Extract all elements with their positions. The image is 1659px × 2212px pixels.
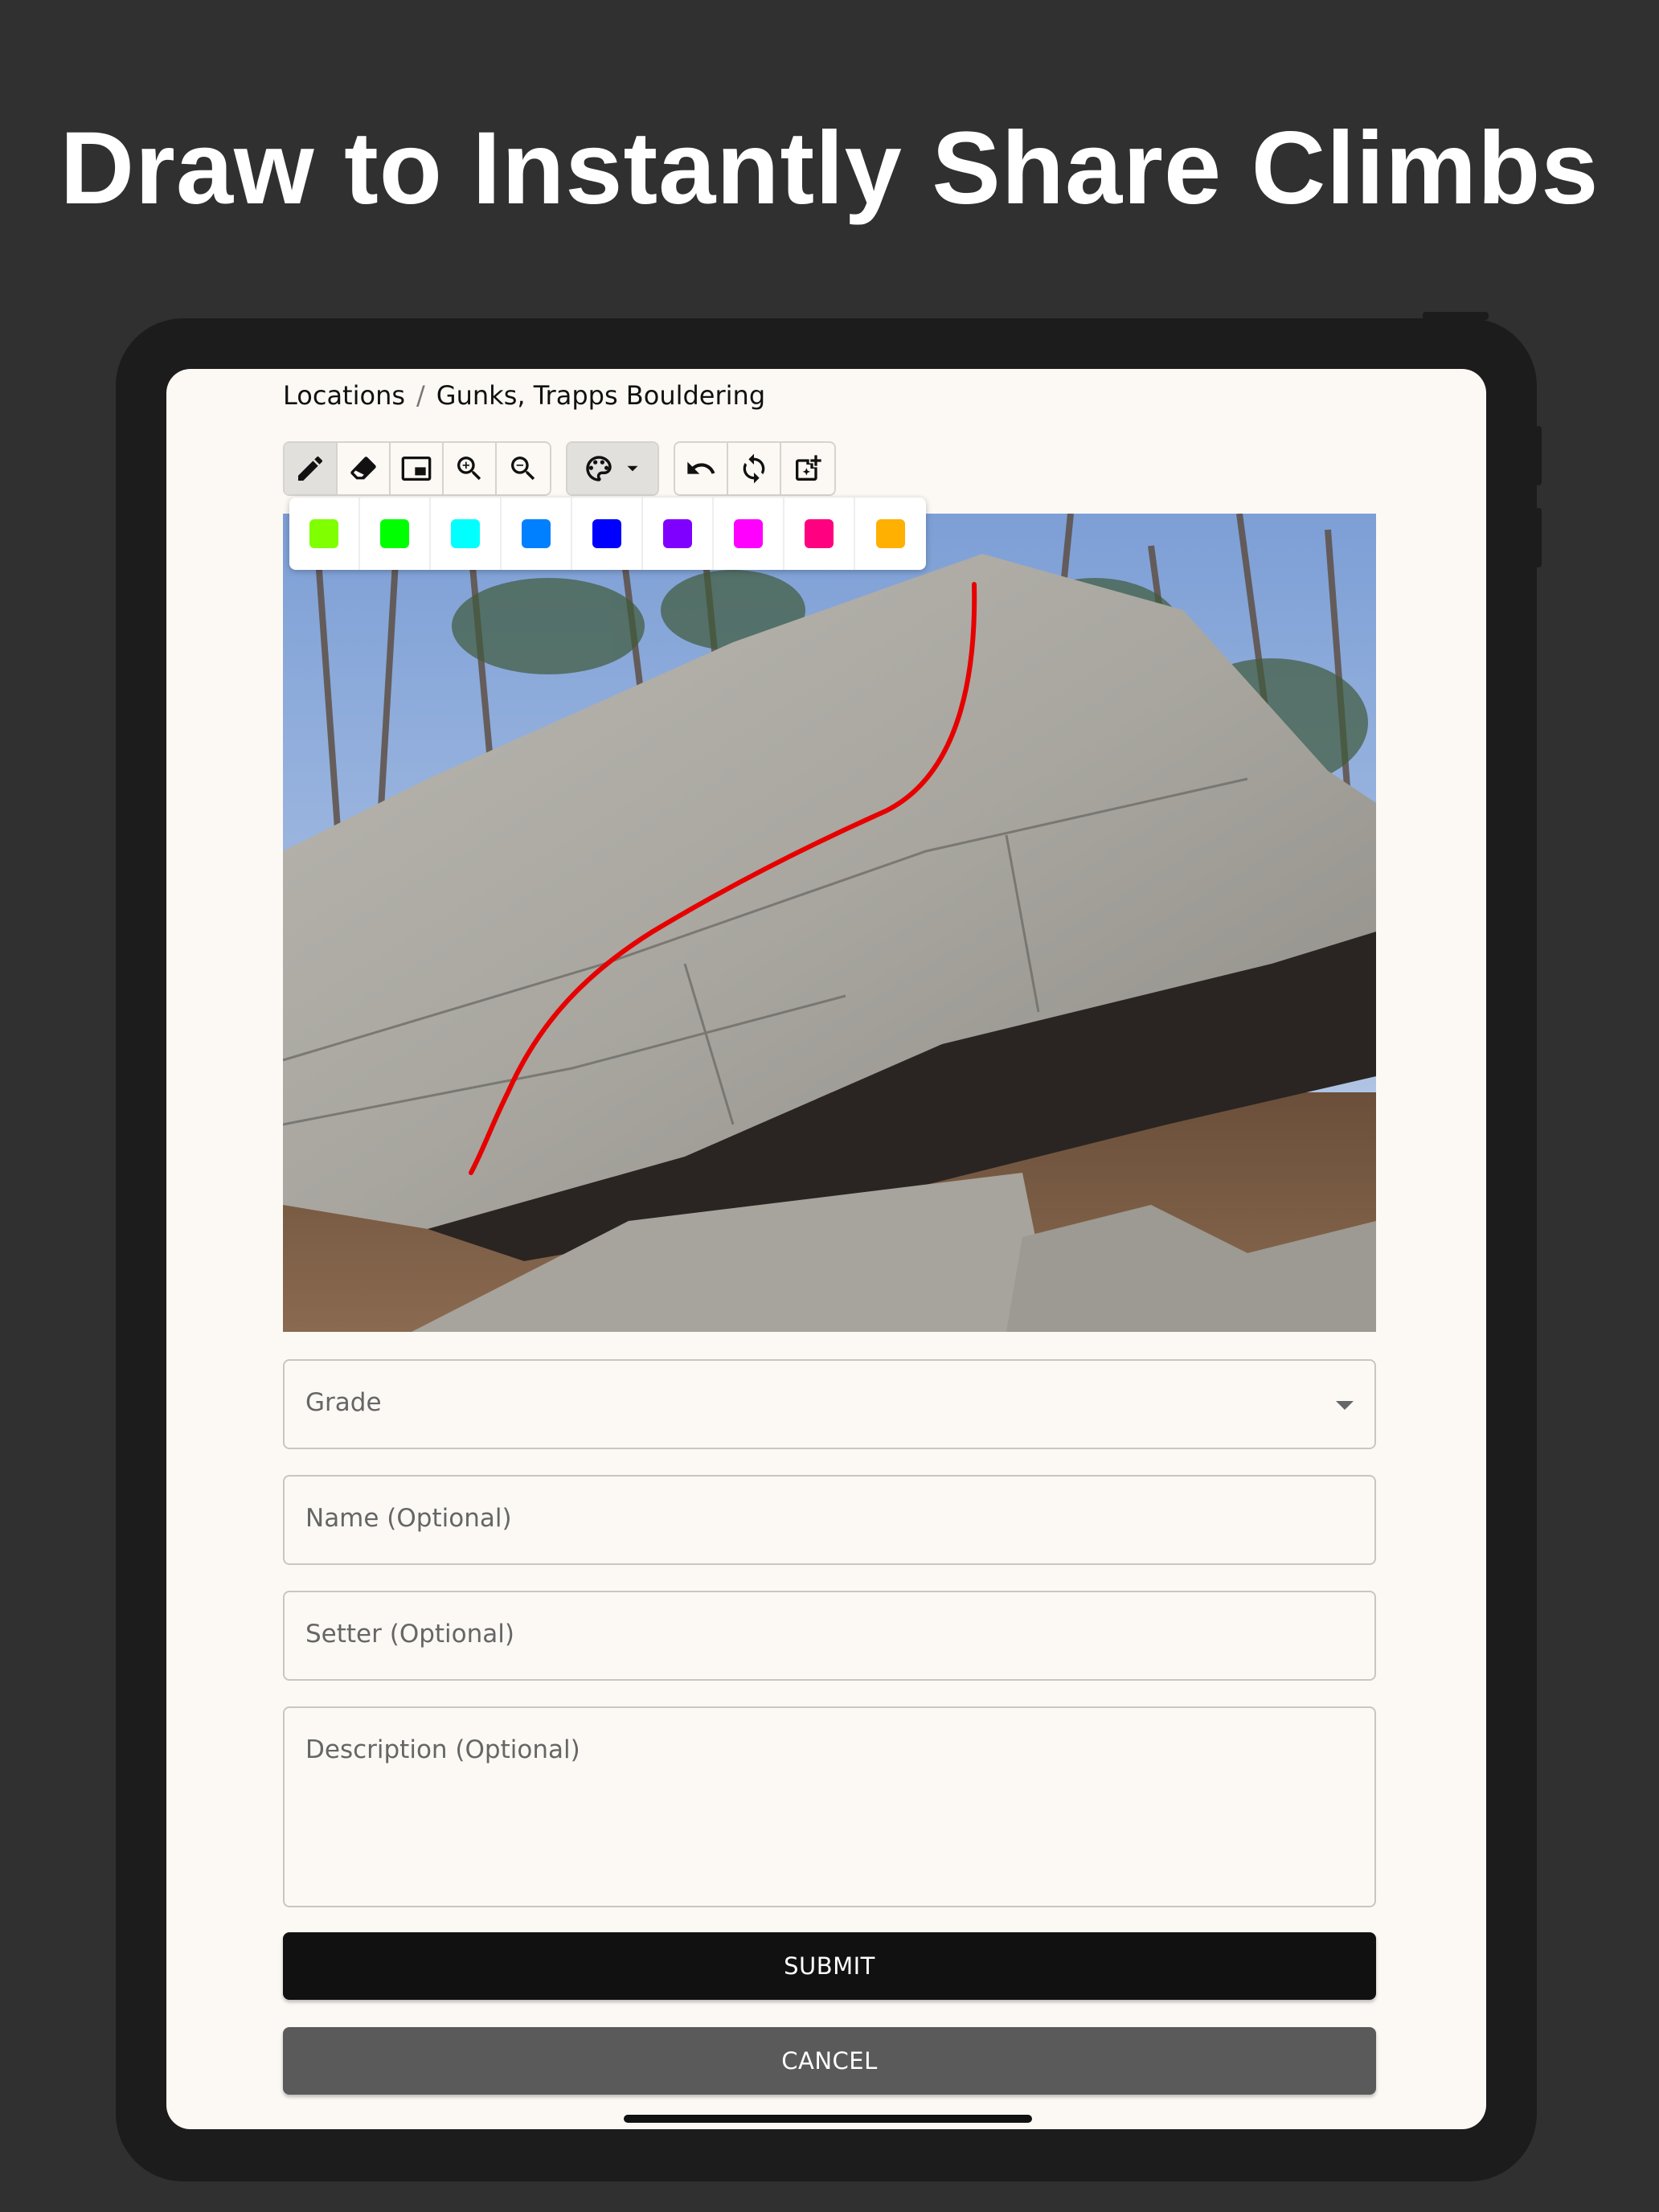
boulder-photo	[283, 514, 1376, 1332]
undo-button[interactable]	[675, 443, 728, 494]
add-image-icon	[796, 455, 821, 481]
breadcrumb-separator: /	[416, 380, 425, 411]
name-placeholder: Name (Optional)	[305, 1504, 512, 1533]
breadcrumb-current[interactable]: Gunks, Trapps Bouldering	[436, 380, 765, 411]
grade-placeholder: Grade	[305, 1388, 382, 1417]
rotate-button[interactable]	[728, 443, 781, 494]
swatch-lime[interactable]	[289, 498, 360, 570]
swatch-blue[interactable]	[572, 498, 643, 570]
zoom-in-button[interactable]	[444, 443, 497, 494]
swatch-green[interactable]	[360, 498, 431, 570]
zoom-out-button[interactable]	[497, 443, 550, 494]
pencil-button[interactable]	[285, 443, 338, 494]
swatch-violet[interactable]	[643, 498, 714, 570]
color-picker-group	[566, 441, 659, 496]
description-textarea[interactable]: Description (Optional)	[283, 1706, 1376, 1907]
history-tools-group	[674, 441, 836, 496]
tablet-volume-down-button	[1535, 508, 1542, 567]
rotate-icon	[743, 453, 765, 484]
add-image-button[interactable]	[781, 443, 834, 494]
zoom-in-icon	[457, 457, 481, 481]
submit-button[interactable]: SUBMIT	[283, 1932, 1376, 2000]
breadcrumb: Locations / Gunks, Trapps Bouldering	[283, 380, 765, 411]
drawing-toolbar	[283, 441, 836, 496]
swatch-azure[interactable]	[502, 498, 572, 570]
eraser-button[interactable]	[338, 443, 391, 494]
grade-select[interactable]: Grade	[283, 1359, 1376, 1449]
swatch-magenta[interactable]	[714, 498, 784, 570]
boulder-photo-canvas[interactable]	[283, 514, 1376, 1332]
caret-down-icon	[627, 465, 638, 472]
zoom-out-icon	[511, 457, 535, 481]
eraser-icon	[350, 457, 376, 480]
swatch-cyan[interactable]	[431, 498, 502, 570]
headline: Draw to Instantly Share Climbs	[59, 111, 1600, 226]
swatch-rose[interactable]	[784, 498, 855, 570]
color-swatch-menu	[289, 498, 926, 570]
setter-placeholder: Setter (Optional)	[305, 1620, 514, 1649]
app-screen: Locations / Gunks, Trapps Bouldering Gra…	[166, 369, 1486, 2129]
picture-in-picture-icon	[401, 457, 432, 481]
swatch-amber[interactable]	[855, 498, 926, 570]
tablet-volume-up-button	[1535, 426, 1542, 485]
draw-tools-group	[283, 441, 551, 496]
undo-icon	[687, 461, 715, 474]
picture-in-picture-button[interactable]	[391, 443, 444, 494]
tablet-top-button	[1423, 312, 1489, 320]
setter-input[interactable]: Setter (Optional)	[283, 1591, 1376, 1681]
cancel-button[interactable]: CANCEL	[283, 2027, 1376, 2095]
home-indicator	[624, 2115, 1032, 2123]
breadcrumb-locations-link[interactable]: Locations	[283, 380, 405, 411]
palette-icon	[586, 456, 612, 481]
pencil-icon	[298, 456, 323, 481]
color-palette-dropdown[interactable]	[567, 443, 657, 494]
caret-down-icon	[1336, 1401, 1354, 1410]
name-input[interactable]: Name (Optional)	[283, 1475, 1376, 1565]
description-placeholder: Description (Optional)	[305, 1735, 580, 1764]
